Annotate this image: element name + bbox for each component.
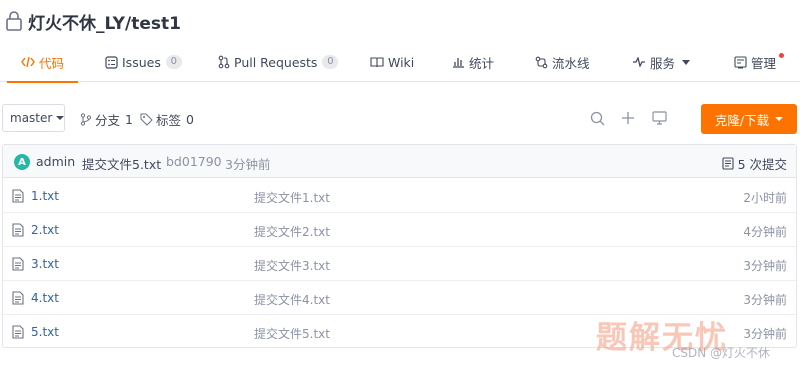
- branches-label: 分支: [95, 113, 121, 128]
- file-commit-link[interactable]: 提交文件4.txt: [254, 291, 330, 308]
- branch-icon: [80, 113, 92, 126]
- commit-time: 3分钟前: [225, 157, 271, 172]
- commit-count-label: 5 次提交: [737, 157, 787, 172]
- repo-title: 灯火不休_LY/test1: [28, 9, 181, 34]
- list-item: 4.txt 提交文件4.txt 3分钟前: [3, 281, 796, 315]
- file-name-link[interactable]: 2.txt: [31, 223, 59, 237]
- add-icon[interactable]: [620, 110, 636, 126]
- service-icon: [632, 57, 646, 67]
- tab-label: Wiki: [388, 54, 415, 70]
- tab-label: Pull Requests: [234, 54, 318, 70]
- wiki-icon: [370, 56, 384, 68]
- tab-label: 流水线: [552, 55, 590, 71]
- file-commit-link[interactable]: 提交文件1.txt: [254, 189, 330, 206]
- pull-request-icon: [218, 55, 230, 69]
- file-commit-link[interactable]: 提交文件2.txt: [254, 223, 330, 240]
- file-icon: [12, 223, 24, 237]
- tab-services[interactable]: 服务: [632, 42, 691, 82]
- chevron-down-icon: [56, 116, 65, 120]
- tab-label: 管理: [751, 55, 777, 71]
- commit-message-link[interactable]: 提交文件5.txt: [82, 154, 161, 173]
- repo-header: 灯火不休_LY/test1: [0, 0, 800, 42]
- search-icon[interactable]: [589, 110, 605, 126]
- repo-tabs: 代码 Issues 0 Pull Requests 0 Wiki 统计 流水线: [0, 42, 800, 83]
- commit-author-link[interactable]: admin: [36, 154, 75, 169]
- clone-download-button[interactable]: 克隆/下载: [701, 104, 797, 134]
- lock-icon: [6, 11, 22, 31]
- chevron-down-icon: [775, 117, 784, 121]
- watermark-credit: CSDN @灯火不休: [672, 346, 771, 360]
- tags-label: 标签: [156, 113, 182, 128]
- commit-count-link[interactable]: 5 次提交: [722, 154, 787, 173]
- tab-label: 代码: [39, 55, 65, 71]
- latest-commit-bar: A admin 提交文件5.txt bd01790 3分钟前 5 次提交: [3, 145, 796, 178]
- tab-stats[interactable]: 统计: [452, 42, 494, 82]
- manage-icon: [734, 55, 747, 69]
- list-item: 1.txt 提交文件1.txt 2小时前: [3, 179, 796, 213]
- commits-icon: [722, 157, 734, 170]
- file-time: 2小时前: [743, 191, 787, 205]
- notification-dot: [779, 53, 785, 58]
- file-icon: [12, 189, 24, 203]
- file-commit-link[interactable]: 提交文件3.txt: [254, 257, 330, 274]
- stats-icon: [452, 56, 465, 68]
- branch-select[interactable]: master: [2, 104, 65, 132]
- file-name-link[interactable]: 3.txt: [31, 257, 59, 271]
- chevron-down-icon: [682, 59, 691, 65]
- tags-count: 0: [186, 112, 194, 127]
- branches-link[interactable]: 分支 1: [80, 110, 133, 129]
- tag-icon: [140, 113, 153, 126]
- file-time: 4分钟前: [743, 225, 787, 239]
- tab-code[interactable]: 代码: [6, 42, 79, 83]
- commit-hash-link[interactable]: bd01790: [166, 154, 222, 169]
- clone-download-label: 克隆/下载: [714, 112, 770, 128]
- list-item: 3.txt 提交文件3.txt 3分钟前: [3, 247, 796, 281]
- web-ide-icon[interactable]: [651, 110, 667, 126]
- issues-icon: [105, 55, 118, 69]
- file-name-link[interactable]: 1.txt: [31, 189, 59, 203]
- tab-label: Issues: [122, 54, 161, 70]
- file-commit-link[interactable]: 提交文件5.txt: [254, 325, 330, 342]
- file-time: 3分钟前: [743, 293, 787, 307]
- repo-name-link[interactable]: test1: [131, 14, 181, 34]
- file-time: 3分钟前: [743, 327, 787, 341]
- repo-owner-link[interactable]: 灯火不休_LY: [28, 14, 125, 34]
- repo-toolbar: master 分支 1 标签 0 克隆/下载: [0, 102, 800, 134]
- tab-manage[interactable]: 管理: [734, 42, 785, 82]
- avatar[interactable]: A: [14, 154, 30, 170]
- tab-label: 统计: [469, 55, 495, 71]
- issues-count-badge: 0: [165, 55, 182, 69]
- code-icon: [21, 56, 35, 68]
- file-time: 3分钟前: [743, 259, 787, 273]
- pull-requests-count-badge: 0: [322, 55, 339, 69]
- tags-link[interactable]: 标签 0: [140, 110, 194, 129]
- branches-count: 1: [125, 112, 133, 127]
- tab-label: 服务: [650, 55, 676, 71]
- tab-issues[interactable]: Issues 0: [105, 42, 182, 82]
- branch-select-value: master: [10, 111, 53, 125]
- list-item: 2.txt 提交文件2.txt 4分钟前: [3, 213, 796, 247]
- file-icon: [12, 291, 24, 305]
- tab-wiki[interactable]: Wiki: [370, 42, 414, 82]
- tab-pipeline[interactable]: 流水线: [535, 42, 590, 82]
- file-icon: [12, 325, 24, 339]
- file-name-link[interactable]: 4.txt: [31, 291, 59, 305]
- file-name-link[interactable]: 5.txt: [31, 325, 59, 339]
- file-icon: [12, 257, 24, 271]
- tab-pull-requests[interactable]: Pull Requests 0: [218, 42, 339, 82]
- pipeline-icon: [535, 56, 548, 69]
